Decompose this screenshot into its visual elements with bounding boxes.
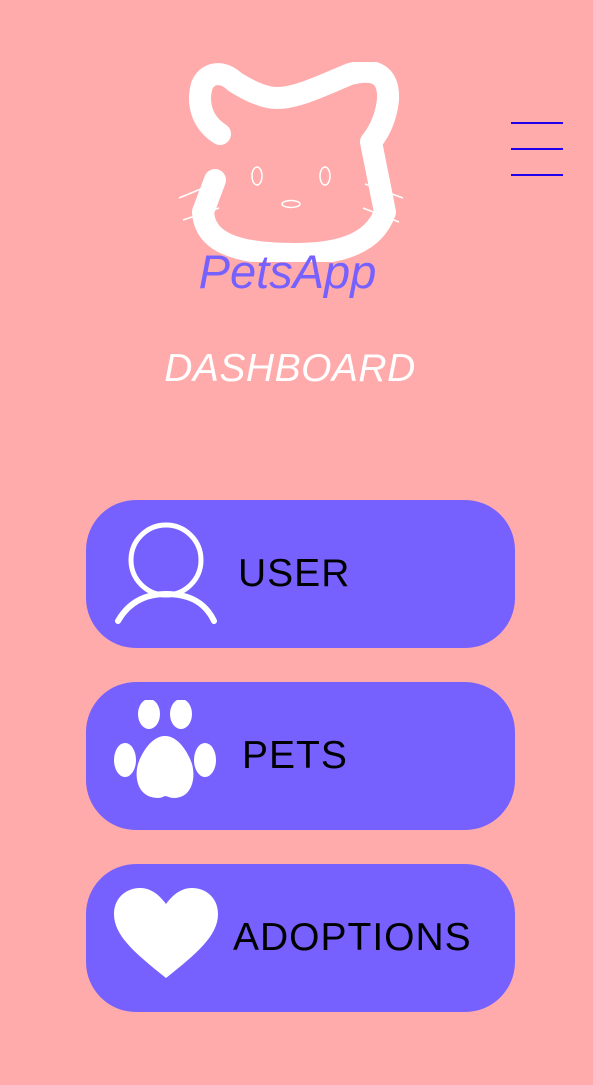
paw-icon [114,700,216,798]
heart-icon [114,888,218,978]
hamburger-menu-icon[interactable] [508,118,566,182]
user-button-label: USER [238,552,351,595]
menu-line [511,148,563,150]
user-icon [115,522,217,624]
pets-button[interactable]: PETS [86,682,515,830]
menu-line [511,122,563,124]
page-title: DASHBOARD [164,347,416,390]
pets-button-label: PETS [242,734,348,777]
cat-face-icon [178,62,404,262]
user-button[interactable]: USER [86,500,515,648]
adoptions-button-label: ADOPTIONS [233,916,472,959]
app-name: PetsApp [198,245,377,298]
adoptions-button[interactable]: ADOPTIONS [86,864,515,1012]
menu-line [511,174,563,176]
